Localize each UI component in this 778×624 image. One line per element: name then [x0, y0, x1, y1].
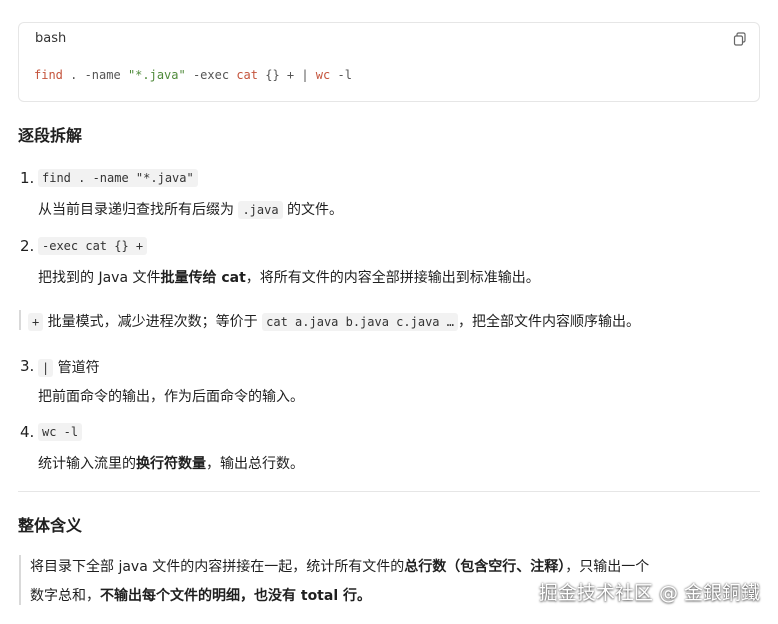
- inline-code: .java: [238, 201, 283, 219]
- summary-bold: 不输出每个文件的明细，也没有 total 行。: [100, 588, 371, 604]
- code-token: {} + |: [258, 68, 316, 82]
- list-number: 4.: [20, 423, 35, 441]
- desc-text: 把找到的 Java 文件: [38, 270, 161, 286]
- inline-code: |: [38, 359, 54, 377]
- desc-text: 从当前目录递归查找所有后缀为: [38, 202, 239, 218]
- list-item-code: find . -name "*.java": [38, 169, 198, 187]
- list-item-code: -exec cat {} +: [38, 237, 148, 255]
- list-number: 1.: [20, 169, 35, 187]
- code-token: -exec: [185, 68, 237, 82]
- summary-line-1: 将目录下全部 java 文件的内容拼接在一起，统计所有文件的总行数（包含空行、注…: [30, 556, 649, 576]
- inline-code: find . -name "*.java": [38, 169, 198, 187]
- section-title-breakdown: 逐段拆解: [18, 126, 83, 145]
- list-item-desc: 把找到的 Java 文件批量传给 cat，将所有文件的内容全部拼接输出到标准输出…: [38, 267, 540, 287]
- desc-text: 管道符: [53, 360, 100, 376]
- list-item-desc: 从当前目录递归查找所有后缀为 .java 的文件。: [38, 199, 343, 219]
- desc-bold: 换行符数量: [136, 456, 206, 472]
- note-text: ，把全部文件内容顺序输出。: [457, 314, 640, 330]
- code-line: find . -name "*.java" -exec cat {} + | w…: [34, 68, 352, 82]
- note-line: + 批量模式，减少进程次数；等价于 cat a.java b.java c.ja…: [28, 311, 640, 331]
- code-block: bash find . -name "*.java" -exec cat {} …: [18, 22, 760, 102]
- desc-text: 统计输入流里的: [38, 456, 136, 472]
- code-token: wc: [315, 68, 331, 82]
- desc-bold: 批量传给 cat: [160, 270, 246, 286]
- section-divider: [18, 491, 760, 492]
- code-token: cat: [236, 68, 258, 82]
- list-item-desc: 把前面命令的输出，作为后面命令的输入。: [38, 389, 304, 405]
- quote-bar: [19, 310, 21, 330]
- list-item-code: wc -l: [38, 423, 83, 441]
- inline-code: cat a.java b.java c.java …: [262, 313, 458, 331]
- watermark: 掘金技术社区 @ 金銀銅鐵: [538, 582, 760, 604]
- desc-text: ，输出总行数。: [206, 456, 304, 472]
- copy-icon[interactable]: [733, 32, 747, 46]
- quote-bar: [19, 555, 21, 605]
- list-item-desc: 统计输入流里的换行符数量，输出总行数。: [38, 453, 304, 473]
- note-text: 批量模式，减少进程次数；等价于: [43, 314, 263, 330]
- desc-text: 的文件。: [282, 202, 344, 218]
- code-language-label: bash: [35, 31, 67, 46]
- code-token: . -name: [62, 68, 128, 82]
- code-token: -l: [330, 68, 352, 82]
- code-token: "*.java": [127, 68, 186, 82]
- desc-text: ，将所有文件的内容全部拼接输出到标准输出。: [245, 270, 540, 286]
- summary-text: 数字总和，: [30, 588, 100, 604]
- summary-line-2: 数字总和，不输出每个文件的明细，也没有 total 行。: [30, 585, 371, 605]
- list-number: 2.: [20, 237, 35, 255]
- summary-text: ，只输出一个: [565, 559, 650, 575]
- summary-bold: 总行数（包含空行、注释）: [404, 559, 566, 575]
- list-item-code: | 管道符: [38, 357, 100, 377]
- section-title-meaning: 整体含义: [18, 516, 83, 535]
- inline-code: +: [28, 313, 44, 331]
- inline-code: -exec cat {} +: [38, 237, 148, 255]
- list-number: 3.: [20, 357, 35, 375]
- inline-code: wc -l: [38, 423, 83, 441]
- code-token: find: [34, 68, 63, 82]
- summary-text: 将目录下全部 java 文件的内容拼接在一起，统计所有文件的: [30, 559, 405, 575]
